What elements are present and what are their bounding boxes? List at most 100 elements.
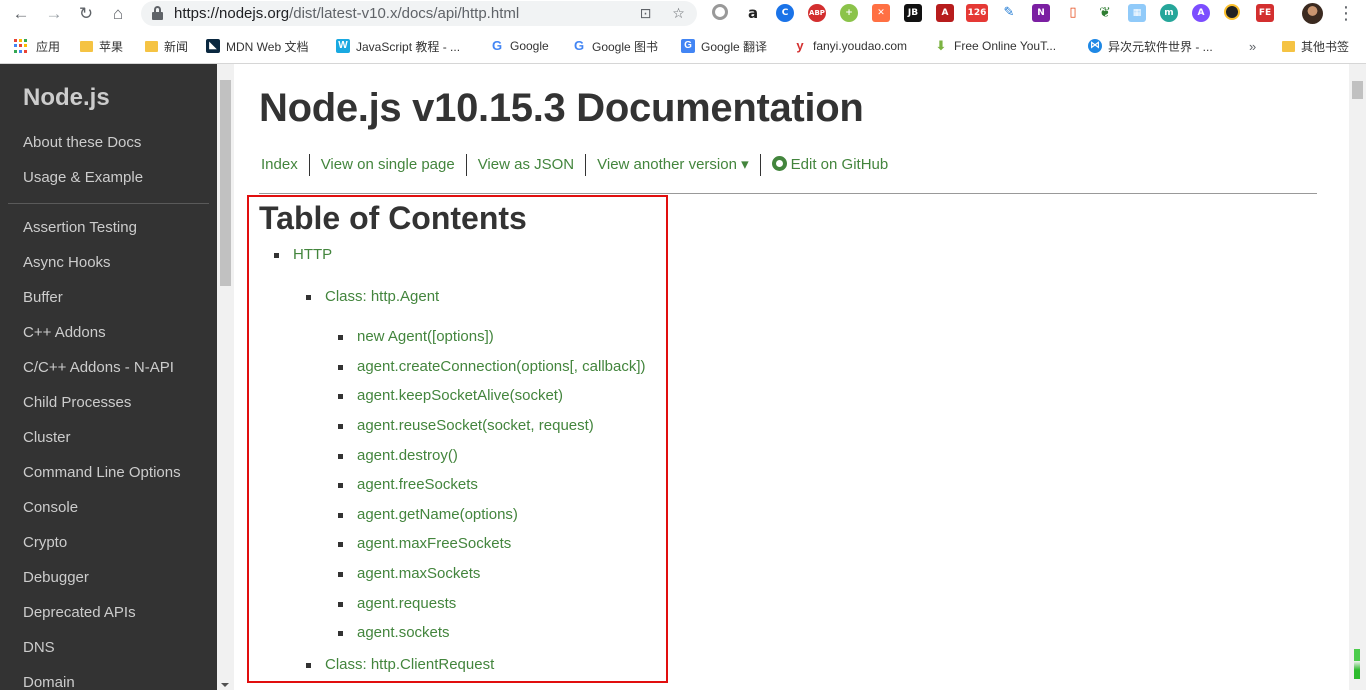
- reload-icon[interactable]: ↻: [75, 3, 97, 25]
- view-as-json-link[interactable]: View as JSON: [465, 154, 585, 176]
- evernote-icon[interactable]: ❦: [1096, 4, 1114, 22]
- jetbrains-icon[interactable]: JB: [904, 4, 922, 22]
- sidebar-item-about-these-docs[interactable]: About these Docs: [23, 134, 141, 151]
- mail-126-icon[interactable]: 126: [966, 4, 988, 22]
- bookmark-apps[interactable]: 应用: [14, 34, 60, 58]
- toc-link-class-http-agent[interactable]: Class: http.Agent: [325, 288, 439, 305]
- bookmark-label: MDN Web 文档: [226, 39, 309, 54]
- sidebar-scrollbar[interactable]: [217, 64, 234, 690]
- toc-link-agent-reuse-socket[interactable]: agent.reuseSocket(socket, request): [357, 417, 594, 434]
- sidebar-item-debugger[interactable]: Debugger: [23, 569, 89, 586]
- list-bullet: [338, 572, 343, 577]
- sidebar-item-dns[interactable]: DNS: [23, 639, 55, 656]
- bookmark-star-icon[interactable]: ☆: [670, 5, 687, 22]
- forward-arrow-icon[interactable]: →: [43, 3, 65, 25]
- toc-link-agent-sockets[interactable]: agent.sockets: [357, 624, 450, 641]
- toc-link-agent-free-sockets[interactable]: agent.freeSockets: [357, 476, 478, 493]
- bookmark-label: 苹果: [99, 39, 124, 54]
- extension-green-icon[interactable]: +: [840, 4, 858, 22]
- extension-blue-icon[interactable]: C: [776, 4, 794, 22]
- extension-dark-icon[interactable]: [1224, 4, 1240, 20]
- extension-m-icon[interactable]: m: [1160, 4, 1178, 22]
- docs-sidebar: Node.js About these Docs Usage & Example…: [0, 64, 217, 690]
- apps-grid-icon: [14, 39, 28, 53]
- home-icon[interactable]: ⌂: [107, 3, 129, 25]
- sidebar-item-child-processes[interactable]: Child Processes: [23, 394, 131, 411]
- toc-link-http[interactable]: HTTP: [293, 246, 332, 263]
- docs-main-content: Node.js v10.15.3 Documentation Index Vie…: [234, 64, 1349, 690]
- toc-link-agent-max-free-sockets[interactable]: agent.maxFreeSockets: [357, 535, 511, 552]
- toc-link-new-agent[interactable]: new Agent([options]): [357, 328, 494, 345]
- bookmark-google-translate[interactable]: G Google 翻译: [681, 34, 767, 58]
- list-bullet: [338, 602, 343, 607]
- bookmark-google[interactable]: G Google: [490, 34, 549, 58]
- download-icon: ⬇: [934, 38, 948, 53]
- bookmark-javascript-tutorial[interactable]: W JavaScript 教程 - ...: [336, 34, 460, 58]
- translate-icon[interactable]: ⊡: [637, 5, 654, 22]
- kebab-menu-icon[interactable]: ⋮: [1336, 3, 1356, 25]
- page-title: Node.js v10.15.3 Documentation: [259, 86, 864, 130]
- toc-link-agent-requests[interactable]: agent.requests: [357, 595, 456, 612]
- toc-link-agent-destroy[interactable]: agent.destroy(): [357, 447, 458, 464]
- main-scrollbar-thumb[interactable]: [1352, 81, 1363, 99]
- nodejs-logo[interactable]: Node.js: [23, 84, 110, 112]
- toc-link-agent-keep-socket-alive[interactable]: agent.keepSocketAlive(socket): [357, 387, 563, 404]
- toc-link-agent-max-sockets[interactable]: agent.maxSockets: [357, 565, 480, 582]
- bookmark-iplaysoft[interactable]: ⋈ 异次元软件世界 - ...: [1088, 34, 1213, 58]
- sidebar-item-n-api[interactable]: C/C++ Addons - N-API: [23, 359, 174, 376]
- extension-a-icon[interactable]: A: [1192, 4, 1210, 22]
- sidebar-item-usage-example[interactable]: Usage & Example: [23, 169, 143, 186]
- sidebar-item-domain[interactable]: Domain: [23, 674, 75, 690]
- bookmarks-overflow-button[interactable]: »: [1249, 34, 1256, 58]
- toc-link-agent-get-name[interactable]: agent.getName(options): [357, 506, 518, 523]
- amazon-icon[interactable]: a: [744, 4, 762, 22]
- extension-orange-icon[interactable]: ✕: [872, 4, 890, 22]
- office-icon[interactable]: ▯: [1064, 4, 1082, 22]
- extension-map-icon[interactable]: ▦: [1128, 4, 1146, 22]
- google-icon: G: [572, 38, 586, 53]
- bookmark-google-books[interactable]: G Google 图书: [572, 34, 658, 58]
- toc-link-agent-create-connection[interactable]: agent.createConnection(options[, callbac…: [357, 358, 646, 375]
- sidebar-scrollbar-thumb[interactable]: [220, 80, 231, 286]
- sidebar-item-deprecated-apis[interactable]: Deprecated APIs: [23, 604, 136, 621]
- edit-on-github-label: Edit on GitHub: [790, 156, 889, 173]
- extension-fe-icon[interactable]: FE: [1256, 4, 1274, 22]
- sidebar-item-crypto[interactable]: Crypto: [23, 534, 67, 551]
- url-path: /dist/latest-v10.x/docs/api/http.html: [289, 5, 520, 22]
- sidebar-item-command-line-options[interactable]: Command Line Options: [23, 464, 181, 481]
- onenote-icon[interactable]: N: [1032, 4, 1050, 22]
- index-link[interactable]: Index: [259, 154, 309, 176]
- eyedropper-icon[interactable]: ✎: [1000, 4, 1018, 22]
- sidebar-item-cluster[interactable]: Cluster: [23, 429, 71, 446]
- adblock-icon[interactable]: ABP: [808, 4, 826, 22]
- sidebar-item-assertion-testing[interactable]: Assertion Testing: [23, 219, 137, 236]
- overflow-chevron-icon: »: [1249, 38, 1257, 54]
- view-another-version-link[interactable]: View another version ▾: [585, 154, 760, 176]
- sidebar-item-cpp-addons[interactable]: C++ Addons: [23, 324, 106, 341]
- bookmark-label: 异次元软件世界 - ...: [1108, 39, 1213, 54]
- bookmark-free-online-youtube[interactable]: ⬇ Free Online YouT...: [934, 34, 1056, 58]
- url-text[interactable]: https://nodejs.org/dist/latest-v10.x/doc…: [174, 5, 519, 22]
- bookmark-label: fanyi.youdao.com: [813, 39, 908, 53]
- sidebar-item-async-hooks[interactable]: Async Hooks: [23, 254, 111, 271]
- bookmark-mdn[interactable]: ◣ MDN Web 文档: [206, 34, 308, 58]
- w3school-icon: W: [336, 39, 350, 53]
- profile-avatar[interactable]: [1302, 3, 1323, 24]
- main-scrollbar[interactable]: [1349, 64, 1366, 690]
- sidebar-item-buffer[interactable]: Buffer: [23, 289, 63, 306]
- view-single-page-link[interactable]: View on single page: [308, 154, 466, 176]
- bookmark-youdao[interactable]: y fanyi.youdao.com: [793, 34, 907, 58]
- list-bullet: [306, 295, 311, 300]
- toc-link-class-http-client-request[interactable]: Class: http.ClientRequest: [325, 656, 494, 673]
- sidebar-item-console[interactable]: Console: [23, 499, 78, 516]
- extension-circle-icon[interactable]: [712, 4, 728, 20]
- pdf-icon[interactable]: A: [936, 4, 954, 22]
- bookmark-folder-news[interactable]: 新闻: [145, 34, 188, 58]
- address-bar[interactable]: https://nodejs.org/dist/latest-v10.x/doc…: [141, 1, 697, 26]
- scroll-down-arrow-icon[interactable]: [221, 683, 229, 687]
- web-page: Node.js About these Docs Usage & Example…: [0, 64, 1366, 690]
- back-arrow-icon[interactable]: ←: [10, 3, 32, 25]
- bookmark-folder-apple[interactable]: 苹果: [80, 34, 123, 58]
- bookmark-other-folder[interactable]: 其他书签: [1282, 34, 1349, 58]
- edit-on-github-link[interactable]: Edit on GitHub: [759, 154, 900, 176]
